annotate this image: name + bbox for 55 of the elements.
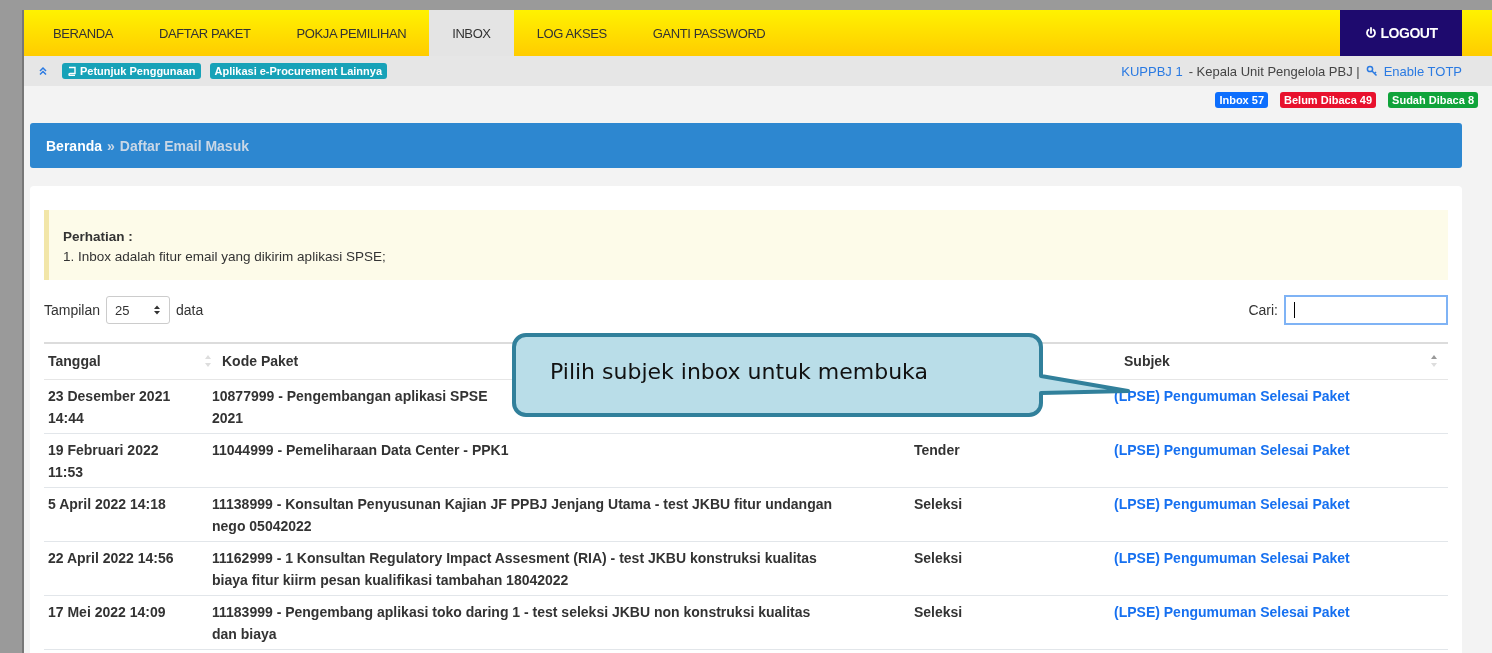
- up-down-caret-icon: [153, 304, 162, 316]
- length-label: data: [176, 302, 204, 318]
- breadcrumb-home-link[interactable]: Beranda: [46, 137, 103, 154]
- search-label: Cari:: [1248, 302, 1278, 318]
- table-cell: 19 Februari 2022 11:53: [48, 442, 159, 480]
- nav-tab[interactable]: INBOX: [429, 10, 514, 56]
- length-label: Tampilan: [44, 302, 101, 318]
- nav-tab[interactable]: POKJA PEMILIHAN: [273, 10, 430, 56]
- counter-badge[interactable]: Sudah Dibaca 8: [1388, 92, 1478, 108]
- power-icon: [1364, 27, 1377, 39]
- callout-text: Pilih subjek inbox untuk membuka: [550, 359, 928, 384]
- table-cell: Tender: [914, 442, 960, 458]
- double-chevron-up-icon[interactable]: [38, 66, 48, 76]
- column-header[interactable]: Kode Paket: [222, 353, 299, 369]
- search-field[interactable]: [1284, 295, 1448, 325]
- table-cell: Seleksi: [914, 604, 963, 620]
- nav-tab[interactable]: DAFTAR PAKET: [136, 10, 274, 56]
- table-cell: 23 Desember 2021 14:44: [48, 388, 171, 426]
- column-header[interactable]: Subjek: [1124, 350, 1170, 372]
- table-cell: Seleksi: [914, 550, 963, 566]
- table-cell: 17 Mei 2022 14:09: [48, 604, 166, 620]
- page-length-select[interactable]: 25: [106, 296, 171, 324]
- subject-link[interactable]: (LPSE) Pengumuman Selesai Paket: [1114, 550, 1350, 566]
- subject-link[interactable]: (LPSE) Pengumuman Selesai Paket: [1114, 442, 1350, 458]
- subject-link[interactable]: (LPSE) Pengumuman Selesai Paket: [1114, 388, 1350, 404]
- table-cell: 11138999 - Konsultan Penyusunan Kajian JF PPBJ Jenjang Utama - test JKBU fitur undangan nego 05042022: [212, 496, 833, 534]
- breadcrumb-current: Daftar Email Masuk: [119, 137, 249, 154]
- sort-arrows-icon: [1430, 353, 1438, 369]
- key-icon: [1365, 65, 1378, 77]
- book-icon: [67, 66, 77, 76]
- user-unit-link[interactable]: KUPPBJ 1: [1121, 63, 1183, 79]
- nav-tab[interactable]: LOG AKSES: [513, 10, 630, 56]
- counter-badge[interactable]: Belum Dibaca 49: [1280, 92, 1377, 108]
- table-cell: 10877999 - Pengembangan aplikasi SPSE 2021: [212, 388, 488, 426]
- logout-button[interactable]: LOGOUT: [1340, 10, 1462, 56]
- nav-tab[interactable]: BERANDA: [30, 10, 137, 56]
- link-button[interactable]: Aplikasi e-Procurement Lainnya: [209, 63, 387, 79]
- table-cell: 11162999 - 1 Konsultan Regulatory Impact Assesment (RIA) - test JKBU konstruksi kualitas biaya fitur kiirm pesan kualifikasi tambahan 18042022: [212, 550, 817, 588]
- breadcrumb-separator: »: [107, 137, 115, 154]
- notice-text: 1. Inbox adalah fitur email yang dikirim aplikasi SPSE;: [63, 248, 387, 266]
- subject-link[interactable]: (LPSE) Pengumuman Selesai Paket: [1114, 496, 1350, 512]
- table-cell: Seleksi: [914, 496, 963, 512]
- link-button[interactable]: Petunjuk Penggunaan: [62, 63, 201, 79]
- subject-link[interactable]: (LPSE) Pengumuman Selesai Paket: [1114, 604, 1350, 620]
- table-cell: 22 April 2022 14:56: [48, 550, 174, 566]
- table-cell: 11044999 - Pemeliharaan Data Center - PPK1: [212, 442, 509, 458]
- user-role-text: - Kepala Unit Pengelola PBJ |: [1188, 63, 1360, 79]
- notice-title: Perhatian :: [63, 228, 134, 246]
- table-cell: 5 April 2022 14:18: [48, 496, 166, 512]
- sort-arrows-icon: [204, 353, 212, 369]
- counter-badge[interactable]: Inbox 57: [1215, 92, 1269, 108]
- table-cell: 11183999 - Pengembang aplikasi toko daring 1 - test seleksi JKBU non konstruksi kualitas dan biaya: [212, 604, 811, 642]
- nav-tab[interactable]: GANTI PASSWORD: [629, 10, 789, 56]
- column-header[interactable]: Tanggal: [48, 350, 101, 372]
- enable-totp-link[interactable]: Enable TOTP: [1383, 63, 1462, 79]
